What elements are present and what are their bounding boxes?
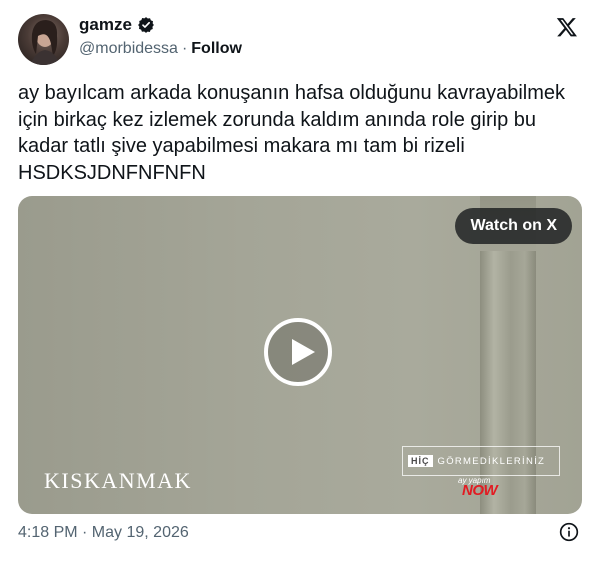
show-title-watermark: KISKANMAK [44,468,192,493]
play-icon [292,339,315,365]
handle[interactable]: @morbidessa [79,40,178,58]
avatar[interactable] [18,14,69,65]
now-network-logo: NOW [462,482,498,499]
author-name-row: gamze [79,15,155,35]
display-name[interactable]: gamze [79,15,132,35]
play-button[interactable] [264,318,332,386]
separator: · [181,40,188,57]
channel-badge: HİÇ GÖRMEDİKLERİNİZ [402,446,560,476]
follow-button[interactable]: Follow [191,40,242,58]
watch-on-x-button[interactable]: Watch on X [455,208,572,244]
avatar-image [30,20,60,65]
tweet-timestamp[interactable]: 4:18 PM · May 19, 2026 [18,524,189,542]
handle-row: @morbidessa · Follow [79,40,242,58]
verified-badge-icon [138,17,154,33]
info-icon[interactable] [559,522,579,542]
x-logo-icon[interactable] [556,16,578,38]
badge-hic: HİÇ [408,455,433,467]
badge-text: GÖRMEDİKLERİNİZ [437,455,546,467]
tweet-text: ay bayılcam arkada konuşanın hafsa olduğ… [18,82,565,184]
video-player[interactable]: Watch on X KISKANMAK HİÇ GÖRMEDİKLERİNİZ… [18,196,582,514]
